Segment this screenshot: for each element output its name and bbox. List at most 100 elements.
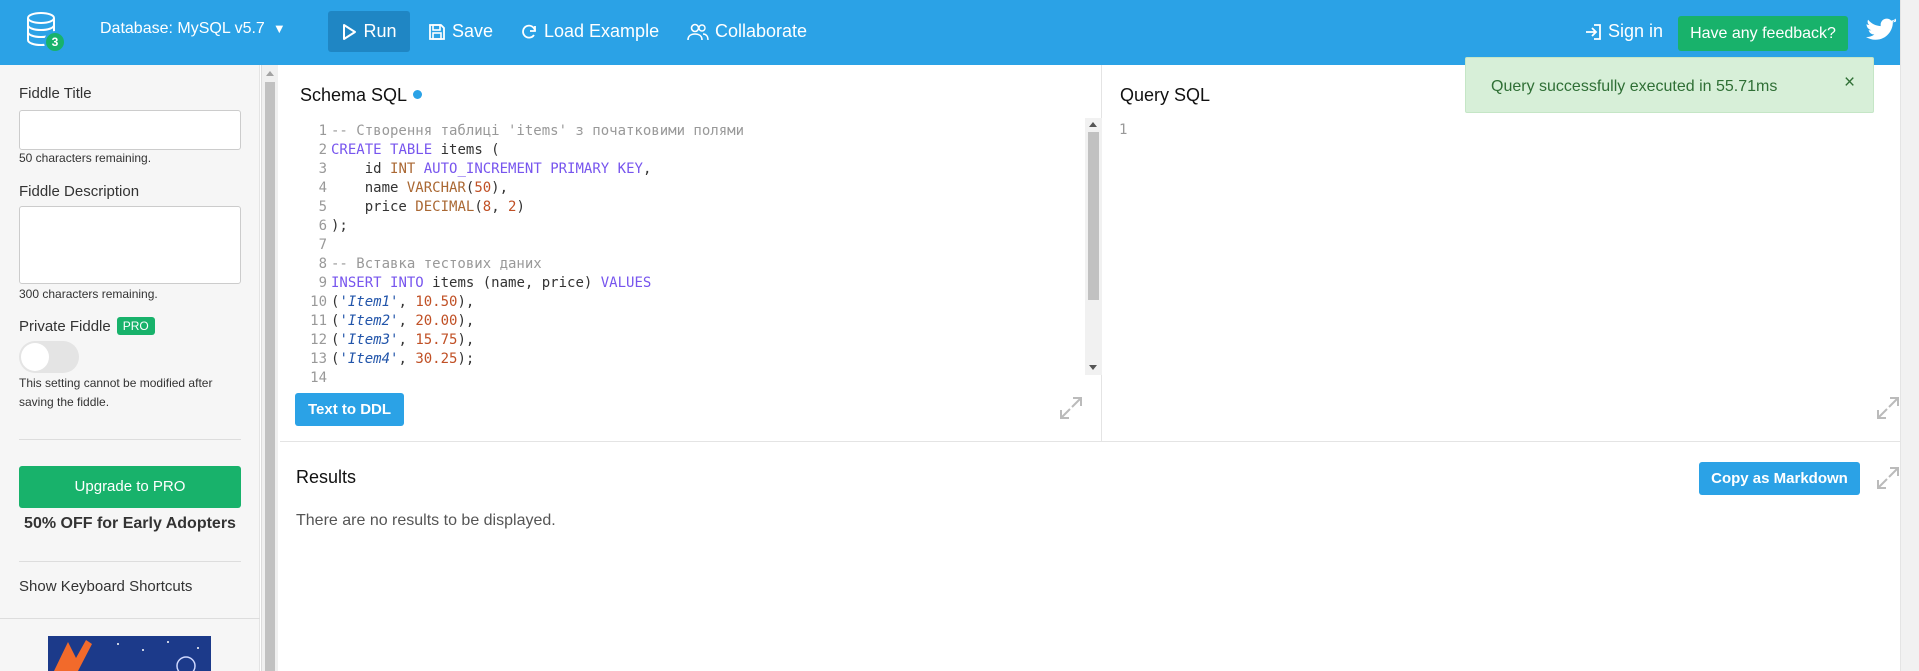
code-token: 'Item4' [339, 351, 399, 367]
discount-text: 50% OFF for Early Adopters [24, 515, 236, 532]
code-token: , [398, 313, 416, 329]
twitter-icon[interactable] [1866, 18, 1896, 49]
code-line[interactable]: 3 id INT AUTO_INCREMENT PRIMARY KEY, [305, 160, 1085, 179]
code-token: ( [474, 199, 483, 215]
line-number: 4 [318, 180, 327, 196]
results-title: Results [296, 467, 357, 487]
code-token: , [398, 294, 416, 310]
results-panel: Results There are no results to be displ… [280, 441, 1900, 671]
refresh-icon [522, 24, 536, 39]
code-token: 20.00 [415, 313, 458, 329]
code-token: VARCHAR [406, 180, 466, 196]
fiddle-title-input[interactable] [19, 110, 241, 150]
run-button[interactable]: Run [328, 11, 410, 52]
scrollbar-thumb[interactable] [1088, 132, 1099, 300]
sidebar-divider [19, 439, 241, 440]
fiddle-description-input[interactable] [19, 206, 241, 284]
line-number: 3 [318, 161, 327, 177]
code-line[interactable]: 6); [305, 217, 1085, 236]
schema-editor[interactable]: 1 -- Створення таблиці 'items' з початков… [305, 122, 1085, 382]
query-editor[interactable]: 1 [1119, 122, 1127, 138]
schema-editor-scrollbar[interactable] [1085, 118, 1102, 375]
code-line[interactable]: 11 ('Item2', 20.00), [305, 312, 1085, 331]
private-fiddle-toggle[interactable] [19, 341, 79, 373]
code-token: ); [457, 351, 475, 367]
scroll-up-arrow-icon[interactable] [1089, 122, 1097, 127]
close-icon[interactable]: × [1844, 72, 1855, 94]
code-text: id INT AUTO_INCREMENT PRIMARY KEY, [329, 160, 652, 179]
schema-title-text: Schema SQL [300, 85, 408, 105]
code-line[interactable]: 12 ('Item3', 15.75), [305, 331, 1085, 350]
expand-icon[interactable] [1875, 395, 1901, 426]
upgrade-pro-button[interactable]: Upgrade to PRO [19, 466, 241, 508]
code-line[interactable]: 9 INSERT INTO items (name, price) VALUES [305, 274, 1085, 293]
expand-icon[interactable] [1058, 395, 1084, 426]
code-token: ); [331, 218, 348, 234]
save-button[interactable]: Save [428, 11, 493, 52]
keyboard-shortcuts-link[interactable]: Show Keyboard Shortcuts [19, 578, 192, 595]
schema-panel: Schema SQL 1 -- Створення таблиці 'items'… [280, 65, 1102, 441]
code-token: id [331, 161, 391, 177]
code-token: , [398, 351, 416, 367]
code-token: DECIMAL [415, 199, 475, 215]
code-token: CREATE [331, 142, 382, 158]
copy-as-markdown-button[interactable]: Copy as Markdown [1699, 462, 1860, 495]
code-line[interactable]: 8 -- Вставка тестових даних [305, 255, 1085, 274]
query-title: Query SQL [1120, 85, 1211, 105]
sidebar-divider [19, 561, 241, 562]
text-to-ddl-button[interactable]: Text to DDL [295, 393, 404, 426]
code-line[interactable]: 7 [305, 236, 1085, 255]
database-label: Database: MySQL v5.7 [100, 20, 265, 37]
line-number: 11 [310, 313, 327, 329]
code-text: INSERT INTO items (name, price) VALUES [329, 274, 651, 293]
scroll-up-arrow-icon[interactable] [266, 71, 274, 76]
database-select[interactable]: Database: MySQL v5.7 ▼ [100, 20, 286, 38]
code-line[interactable]: 2 CREATE TABLE items ( [305, 141, 1085, 160]
code-token: 15.75 [415, 332, 458, 348]
save-icon [429, 23, 445, 40]
load-example-button[interactable]: Load Example [520, 11, 659, 52]
line-number: 8 [318, 256, 327, 272]
code-line[interactable]: 14 [305, 369, 1085, 382]
sidebar-scrollbar[interactable] [261, 65, 278, 671]
code-token: INSERT [331, 275, 382, 291]
feedback-button[interactable]: Have any feedback? [1678, 16, 1848, 51]
save-label: Save [452, 21, 494, 41]
code-text: -- Створення таблиці 'items' з початкови… [329, 122, 744, 141]
scrollbar-thumb[interactable] [265, 82, 275, 671]
code-token: AUTO_INCREMENT [423, 161, 542, 177]
collaborate-button[interactable]: Collaborate [687, 11, 807, 52]
advertisement-image[interactable] [48, 636, 211, 671]
private-fiddle-row: Private Fiddle PRO [19, 317, 155, 335]
code-text: ('Item3', 15.75), [329, 331, 474, 350]
page-scrollbar[interactable] [1900, 0, 1919, 671]
expand-icon[interactable] [1875, 465, 1901, 496]
code-line[interactable]: 1 -- Створення таблиці 'items' з початков… [305, 122, 1085, 141]
sidebar: Fiddle Title 50 characters remaining. Fi… [0, 65, 260, 671]
fiddle-title-label: Fiddle Title [19, 85, 92, 102]
code-line[interactable]: 10 ('Item1', 10.50), [305, 293, 1085, 312]
code-line[interactable]: 13 ('Item4', 30.25); [305, 350, 1085, 369]
line-number: 5 [318, 199, 327, 215]
code-token: KEY [617, 161, 643, 177]
code-token: name [331, 180, 407, 196]
code-token: items (name, price) [423, 275, 601, 291]
code-line[interactable]: 5 price DECIMAL(8, 2) [305, 198, 1085, 217]
code-text: name VARCHAR(50), [329, 179, 508, 198]
code-text: ); [329, 217, 348, 236]
sign-in-button[interactable]: Sign in [1584, 11, 1663, 52]
scroll-down-arrow-icon[interactable] [1089, 365, 1097, 370]
code-text: ('Item4', 30.25); [329, 350, 474, 369]
line-number: 13 [310, 351, 327, 367]
fiddle-description-label: Fiddle Description [19, 183, 140, 200]
code-token: TABLE [390, 142, 433, 158]
code-token: ), [457, 313, 475, 329]
code-token: INT [390, 161, 416, 177]
line-number: 12 [310, 332, 327, 348]
top-bar: 3 Database: MySQL v5.7 ▼ Run Save Load Ex… [0, 0, 1900, 65]
code-line[interactable]: 4 name VARCHAR(50), [305, 179, 1085, 198]
code-text: CREATE TABLE items ( [329, 141, 500, 160]
